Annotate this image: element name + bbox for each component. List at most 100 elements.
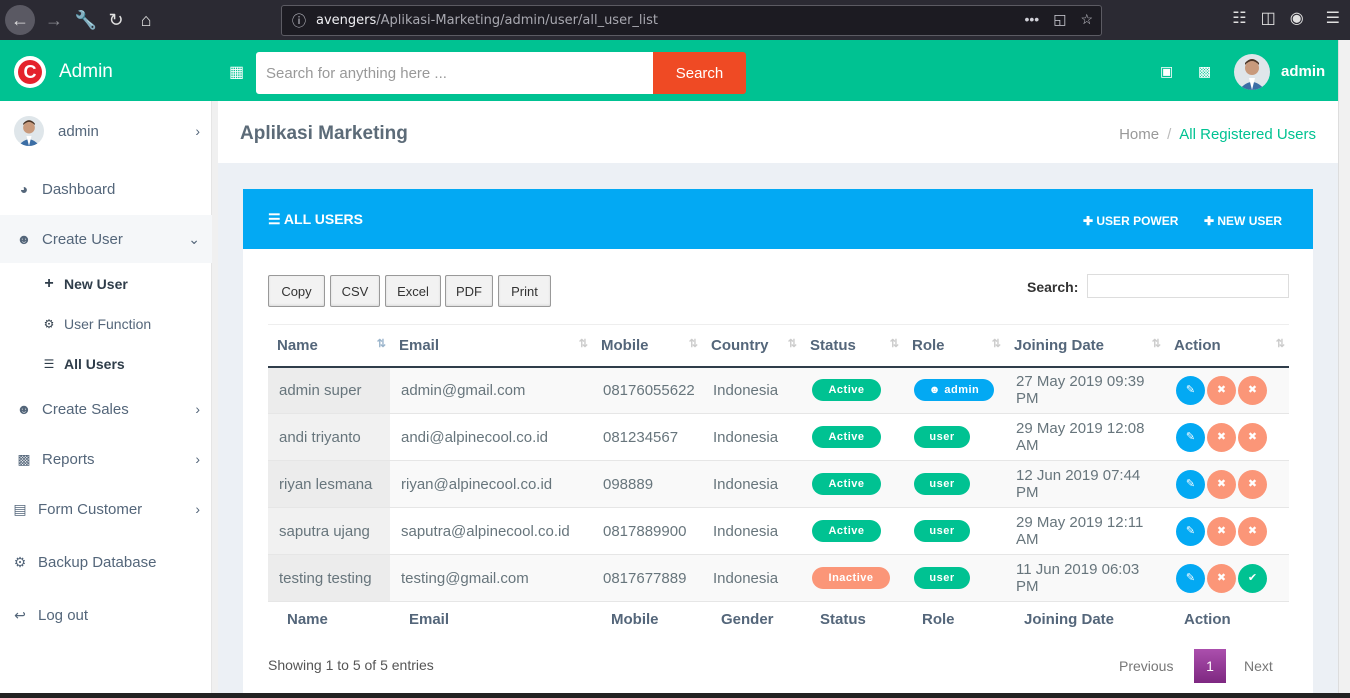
close-icon[interactable]: ✖ [1207,563,1236,593]
close-icon[interactable]: ✖ [1207,422,1236,452]
address-bar[interactable]: ⓘ avengers/Aplikasi-Marketing/admin/user… [281,5,1102,36]
url-text: avengers/Aplikasi-Marketing/admin/user/a… [316,13,659,28]
sort-icon: ⇅ [688,338,698,350]
role-badge: ☻ admin [914,379,994,402]
breadcrumb-home[interactable]: Home [1119,126,1159,143]
header-username[interactable]: admin [1281,63,1325,80]
sidebar-subitem-new-user[interactable]: + New User [0,266,212,302]
table-row: testing testing testing@gmail.com 081767… [268,554,1289,602]
scrollbar[interactable] [1338,40,1350,698]
footer-name: Name [268,601,390,638]
column-header-status[interactable]: Status ⇅ [801,324,903,368]
csv-button[interactable]: CSV [330,275,380,307]
list-icon: ☰ [268,211,284,227]
column-header-country[interactable]: Country ⇅ [702,324,801,368]
search-button[interactable]: Search [653,52,746,94]
check-icon[interactable]: ✔ [1238,563,1267,593]
column-header-email[interactable]: Email ⇅ [390,324,592,368]
cell-mobile: 0817677889 [592,554,702,602]
sidebar-subitem-user-function[interactable]: ⚙ User Function [0,306,212,342]
cell-mobile: 08176055622 [592,366,702,414]
cell-email: andi@alpinecool.co.id [390,413,592,461]
excel-button[interactable]: Excel [385,275,441,307]
cell-country: Indonesia [702,507,801,555]
reload-icon[interactable]: ↻ [101,5,131,35]
pagination-page-1[interactable]: 1 [1194,649,1226,683]
translate-icon[interactable]: ▩ [1198,63,1211,80]
pocket-icon[interactable]: ◱ [1053,11,1066,28]
cell-joining-date: 29 May 2019 12:11 AM [1005,507,1165,555]
clipboard-icon[interactable]: ▣ [1160,63,1173,80]
sidebar-item-dashboard[interactable]: ◕ Dashboard [0,165,212,213]
copy-button[interactable]: Copy [268,275,325,307]
cell-email: testing@gmail.com [390,554,592,602]
print-button[interactable]: Print [498,275,551,307]
sidebar-item-create-user[interactable]: ☻ Create User ⌄ [0,215,212,263]
close-icon[interactable]: ✖ [1207,469,1236,499]
column-header-role[interactable]: Role ⇅ [903,324,1005,368]
bookmark-star-icon[interactable]: ☆ [1080,11,1093,28]
edit-icon[interactable]: ✎ [1176,422,1205,452]
sidebar-item-backup-database[interactable]: ⚙ Backup Database [0,538,212,586]
cell-action: ✎ ✖ ✔ [1165,554,1289,602]
library-icon[interactable]: ☷ [1232,8,1246,28]
close-icon[interactable]: ✖ [1238,516,1267,546]
sidebar-item-reports[interactable]: ▩ Reports › [0,435,212,483]
info-icon[interactable]: ⓘ [292,11,310,31]
column-header-mobile[interactable]: Mobile ⇅ [592,324,702,368]
grid-menu-icon[interactable]: ▦ [229,62,244,82]
edit-icon[interactable]: ✎ [1176,375,1205,405]
status-badge: Active [812,379,881,402]
edit-icon[interactable]: ✎ [1176,516,1205,546]
sidebar-subitem-all-users[interactable]: ☰ All Users [0,346,212,382]
browser-toolbar: ← → 🔧 ↻ ⌂ ⓘ avengers/Aplikasi-Marketing/… [0,0,1350,40]
user-power-button[interactable]: ✚ USER POWER [1083,214,1178,228]
pdf-button[interactable]: PDF [445,275,493,307]
back-arrow-icon[interactable]: ← [5,5,35,35]
users-card: ☰ ALL USERS ✚ USER POWER ✚ NEW USER Copy… [243,189,1313,698]
forward-arrow-icon[interactable]: → [39,5,69,35]
column-header-action[interactable]: Action ⇅ [1165,324,1289,368]
close-icon[interactable]: ✖ [1238,422,1267,452]
avatar[interactable] [1234,54,1270,90]
sidebar-item-logout[interactable]: ↩ Log out [0,591,212,639]
table-search-label: Search: [1027,279,1079,295]
card-header: ☰ ALL USERS ✚ USER POWER ✚ NEW USER [243,189,1313,249]
column-header-name[interactable]: Name ⇅ [268,324,390,368]
sidebar-item-label: Create User [42,230,123,248]
brand-logo[interactable]: C [14,56,46,88]
close-icon[interactable]: ✖ [1207,516,1236,546]
edit-icon[interactable]: ✎ [1176,563,1205,593]
close-icon[interactable]: ✖ [1207,375,1236,405]
chevron-right-icon: › [195,501,200,517]
page-actions-icon[interactable]: ••• [1024,11,1039,28]
account-icon[interactable]: ◉ [1290,8,1304,28]
list-icon: ☰ [43,357,55,371]
user-icon: ☻ [16,401,32,417]
role-badge: user [914,426,970,448]
sidebar-item-form-customer[interactable]: ▤ Form Customer › [0,485,212,533]
cell-email: riyan@alpinecool.co.id [390,460,592,508]
sidebar-item-create-sales[interactable]: ☻ Create Sales › [0,385,212,433]
search-input[interactable] [256,52,653,94]
pagination-previous[interactable]: Previous [1119,658,1173,674]
home-icon[interactable]: ⌂ [131,5,161,35]
column-header-joining-date[interactable]: Joining Date ⇅ [1005,324,1165,368]
sidebar-profile[interactable]: admin › [0,107,212,155]
footer-action: Action [1165,601,1289,638]
pagination-next[interactable]: Next [1244,658,1273,674]
cell-role: user [903,554,1005,602]
sort-icon: ⇅ [1275,338,1285,350]
edit-icon[interactable]: ✎ [1176,469,1205,499]
cell-joining-date: 11 Jun 2019 06:03 PM [1005,554,1165,602]
wrench-icon[interactable]: 🔧 [71,5,101,35]
close-icon[interactable]: ✖ [1238,375,1267,405]
sidebar-toggle-icon[interactable]: ◫ [1261,8,1276,28]
new-user-button[interactable]: ✚ NEW USER [1204,214,1282,228]
sidebar-subitem-label: User Function [64,316,152,332]
menu-icon[interactable]: ☰ [1326,8,1340,28]
cell-joining-date: 29 May 2019 12:08 AM [1005,413,1165,461]
table-search-input[interactable] [1087,274,1289,298]
close-icon[interactable]: ✖ [1238,469,1267,499]
sidebar-gutter [212,101,218,698]
